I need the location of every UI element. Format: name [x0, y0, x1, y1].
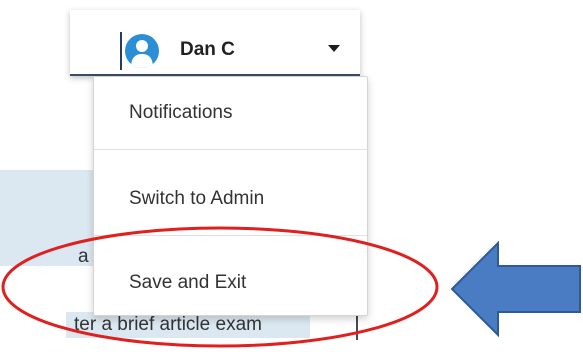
- menu-item-label: Notifications: [129, 102, 233, 123]
- menu-item-label: Switch to Admin: [129, 188, 265, 209]
- menu-divider: [94, 149, 367, 150]
- background-text-fragment: a: [78, 246, 89, 267]
- menu-item-label: Save and Exit: [129, 272, 247, 293]
- user-dropdown-menu: Notifications Switch to Admin Save and E…: [93, 76, 368, 316]
- blue-left-arrow-icon: [450, 240, 581, 338]
- menu-item-save-and-exit[interactable]: Save and Exit: [94, 247, 367, 319]
- menu-divider: [94, 235, 367, 236]
- screenshot-stage: a ter a brief article exam Dan C Notific…: [0, 0, 583, 352]
- caret-down-icon: [328, 45, 340, 52]
- user-name: Dan C: [180, 39, 235, 60]
- menu-item-notifications[interactable]: Notifications: [94, 77, 367, 149]
- focus-indicator: [120, 32, 122, 70]
- menu-item-switch-to-admin[interactable]: Switch to Admin: [94, 163, 367, 235]
- user-menu-header: Dan C: [70, 10, 360, 76]
- user-menu-toggle[interactable]: Dan C: [70, 10, 360, 74]
- user-avatar-icon: [125, 34, 159, 68]
